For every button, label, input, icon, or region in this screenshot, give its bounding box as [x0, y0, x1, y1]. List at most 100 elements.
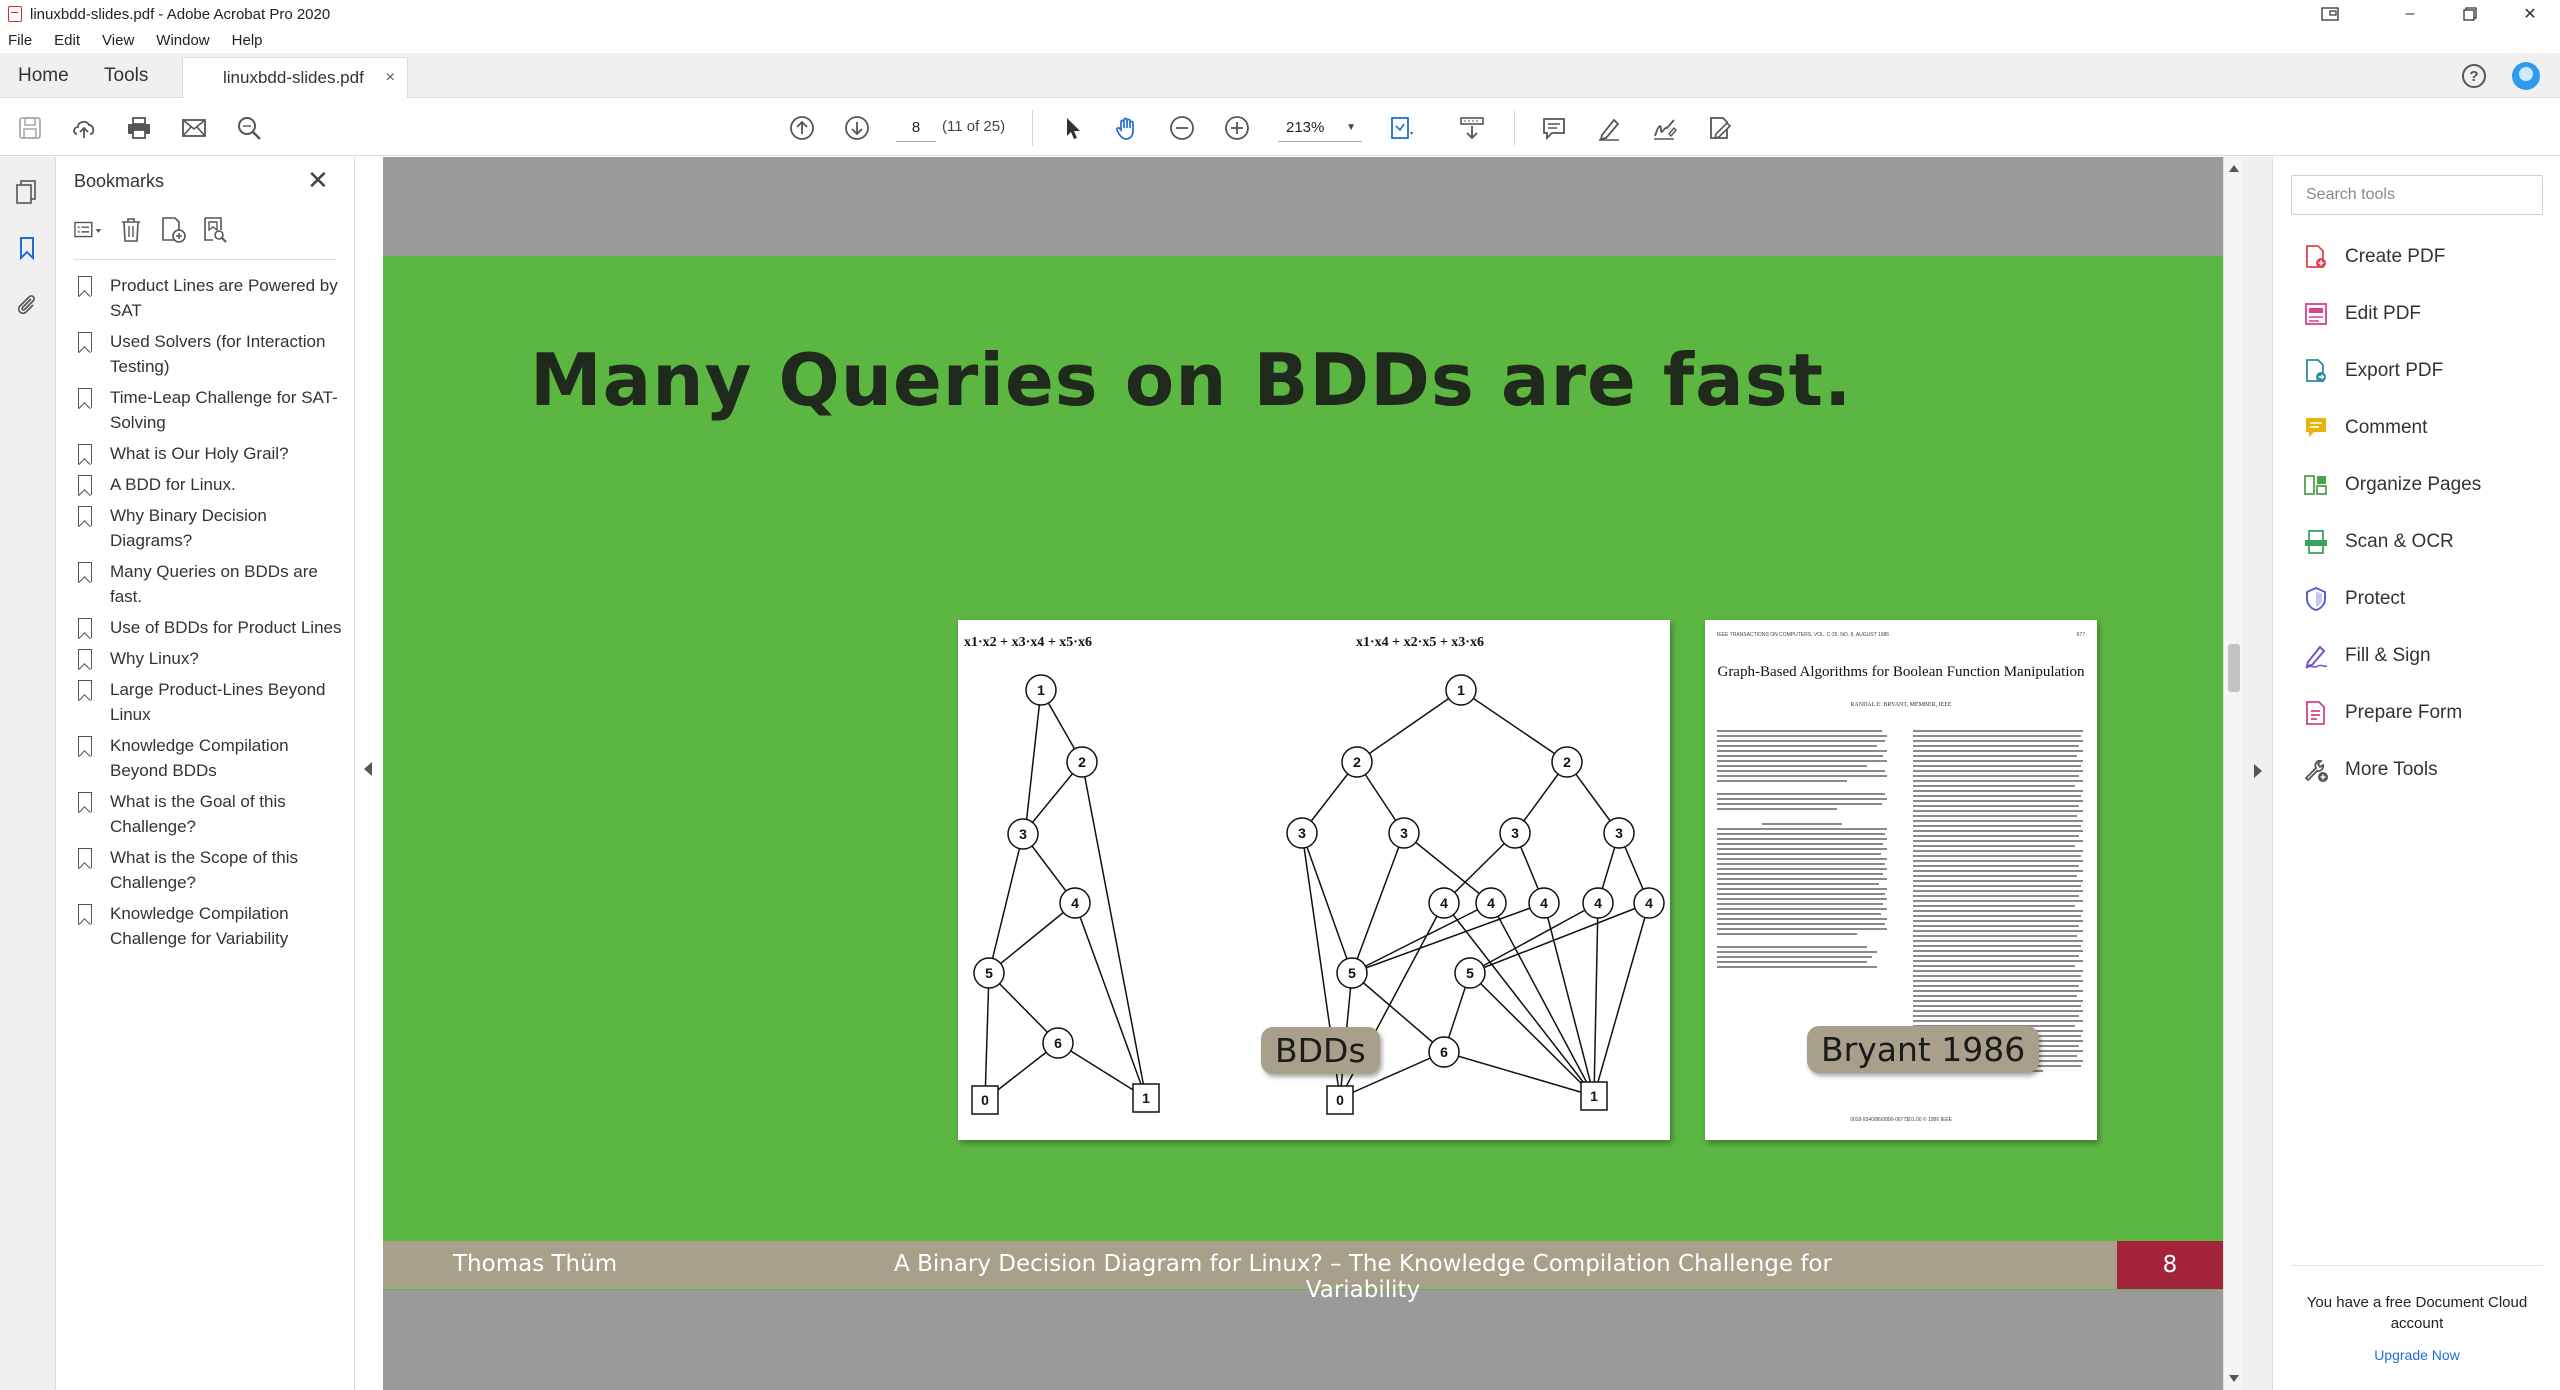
previous-page-icon[interactable] — [786, 112, 818, 144]
bookmark-item[interactable]: Knowledge Compilation Beyond BDDs — [74, 733, 344, 783]
bookmark-item[interactable]: Product Lines are Powered by SAT — [74, 273, 344, 323]
page-number-input[interactable] — [896, 114, 936, 142]
bookmark-list: Product Lines are Powered by SAT Used So… — [74, 273, 344, 957]
scroll-up-icon[interactable] — [2229, 165, 2239, 172]
tool-scan-ocr[interactable]: Scan & OCR — [2301, 526, 2454, 558]
hand-tool-icon[interactable] — [1111, 112, 1143, 144]
stamp-edit-icon[interactable] — [1703, 112, 1735, 144]
new-bookmark-icon[interactable] — [158, 215, 188, 245]
bookmark-item[interactable]: Why Binary Decision Diagrams? — [74, 503, 344, 553]
tool-more-tools[interactable]: More Tools — [2301, 754, 2438, 786]
tool-organize-pages[interactable]: Organize Pages — [2301, 469, 2481, 501]
tab-home[interactable]: Home — [18, 53, 69, 98]
svg-text:5: 5 — [1466, 965, 1474, 981]
svg-text:3: 3 — [1298, 825, 1306, 841]
tools-pane-handle — [2243, 157, 2273, 1390]
bookmark-item[interactable]: What is the Goal of this Challenge? — [74, 789, 344, 839]
help-icon[interactable]: ? — [2462, 64, 2486, 88]
bookmark-item[interactable]: What is the Scope of this Challenge? — [74, 845, 344, 895]
scrollbar-thumb[interactable] — [2228, 644, 2240, 692]
select-cursor-icon[interactable] — [1056, 112, 1088, 144]
bookmark-item[interactable]: What is Our Holy Grail? — [74, 441, 344, 466]
scroll-down-icon[interactable] — [2229, 1375, 2239, 1382]
tool-fill-sign[interactable]: Fill & Sign — [2301, 640, 2431, 672]
bookmark-icon — [78, 618, 92, 638]
search-icon[interactable] — [233, 112, 265, 144]
delete-bookmark-icon[interactable] — [116, 215, 146, 245]
zoom-out-icon[interactable] — [1166, 112, 1198, 144]
bookmark-item[interactable]: Why Linux? — [74, 646, 344, 671]
svg-text:3: 3 — [1615, 825, 1623, 841]
bookmark-item[interactable]: A BDD for Linux. — [74, 472, 344, 497]
bdd-left-formula: x1·x2 + x3·x4 + x5·x6 — [964, 635, 1092, 650]
vertical-scrollbar[interactable] — [2223, 157, 2243, 1390]
tool-protect[interactable]: Protect — [2301, 583, 2405, 615]
email-icon[interactable] — [178, 112, 210, 144]
footer-page-number: 8 — [2117, 1241, 2223, 1289]
slide-page: Many Queries on BDDs are fast. x1·x2 + x… — [383, 256, 2223, 1303]
svg-text:3: 3 — [1019, 826, 1027, 842]
avatar[interactable] — [2512, 62, 2540, 90]
bookmark-item[interactable]: Use of BDDs for Product Lines — [74, 615, 344, 640]
zoom-in-icon[interactable] — [1221, 112, 1253, 144]
collapse-right-pane-icon[interactable] — [2254, 764, 2262, 778]
page-display-icon[interactable] — [1386, 112, 1418, 144]
save-icon[interactable] — [14, 112, 46, 144]
svg-text:4: 4 — [1440, 895, 1448, 911]
print-icon[interactable] — [123, 112, 155, 144]
svg-text:1: 1 — [1142, 1090, 1150, 1106]
menu-window[interactable]: Window — [156, 32, 209, 49]
highlight-pen-icon[interactable] — [1593, 112, 1625, 144]
pdf-file-icon — [8, 6, 22, 22]
svg-text:3: 3 — [1400, 825, 1408, 841]
bookmark-item-current[interactable]: Many Queries on BDDs are fast. — [74, 559, 344, 609]
minimize-button[interactable]: – — [2380, 0, 2440, 28]
bookmark-options-icon[interactable] — [74, 215, 104, 245]
tool-create-pdf[interactable]: Create PDF — [2301, 241, 2445, 273]
bookmarks-divider — [74, 259, 336, 260]
next-page-icon[interactable] — [841, 112, 873, 144]
document-cloud-message: You have a free Document Cloud account — [2306, 1294, 2528, 1332]
tool-prepare-form[interactable]: Prepare Form — [2301, 697, 2462, 729]
upgrade-now-link[interactable]: Upgrade Now — [2291, 1347, 2543, 1363]
zoom-select[interactable]: 213% ▼ — [1278, 114, 1362, 142]
menu-edit[interactable]: Edit — [54, 32, 80, 49]
sign-icon[interactable] — [1648, 112, 1680, 144]
paper-header: IEEE TRANSACTIONS ON COMPUTERS, VOL. C-3… — [1717, 632, 2085, 638]
bookmark-item[interactable]: Large Product-Lines Beyond Linux — [74, 677, 344, 727]
scroll-mode-icon[interactable] — [1456, 112, 1488, 144]
window-title: linuxbdd-slides.pdf - Adobe Acrobat Pro … — [30, 5, 331, 23]
bookmark-item[interactable]: Knowledge Compilation Challenge for Vari… — [74, 901, 344, 951]
comment-icon[interactable] — [1538, 112, 1570, 144]
page-count: (11 of 25) — [942, 118, 1006, 135]
tab-tools[interactable]: Tools — [104, 53, 148, 98]
close-bookmarks-icon[interactable]: ✕ — [307, 165, 329, 196]
attachment-icon[interactable] — [12, 289, 42, 319]
close-tab-icon[interactable]: × — [386, 69, 395, 87]
tool-edit-pdf[interactable]: Edit PDF — [2301, 298, 2421, 330]
upload-cloud-icon[interactable] — [68, 112, 100, 144]
bookmark-panel-icon[interactable] — [12, 233, 42, 263]
bookmark-icon — [78, 848, 92, 868]
wrench-plus-icon — [2301, 755, 2331, 785]
collapse-left-pane-icon[interactable] — [364, 762, 372, 776]
paper-author: RANDAL E. BRYANT, MEMBER, IEEE — [1850, 702, 1952, 708]
paper-journal: IEEE TRANSACTIONS ON COMPUTERS, VOL. C-3… — [1717, 632, 1890, 638]
find-bookmark-icon[interactable] — [200, 215, 230, 245]
tab-document[interactable]: linuxbdd-slides.pdf × — [182, 57, 408, 98]
maximize-button[interactable] — [2440, 0, 2500, 28]
bookmark-item[interactable]: Used Solvers (for Interaction Testing) — [74, 329, 344, 379]
page-thumbnails-icon[interactable] — [12, 177, 42, 207]
tool-export-pdf[interactable]: Export PDF — [2301, 355, 2443, 387]
menu-file[interactable]: File — [8, 32, 32, 49]
restore-panel-icon[interactable] — [2300, 0, 2360, 28]
menu-help[interactable]: Help — [232, 32, 263, 49]
svg-text:1: 1 — [1457, 682, 1465, 698]
document-viewport[interactable]: Many Queries on BDDs are fast. x1·x2 + x… — [383, 157, 2223, 1390]
close-window-button[interactable]: ✕ — [2500, 0, 2560, 28]
menu-view[interactable]: View — [102, 32, 134, 49]
svg-text:4: 4 — [1645, 895, 1653, 911]
bookmark-item[interactable]: Time-Leap Challenge for SAT-Solving — [74, 385, 344, 435]
search-tools-input[interactable] — [2291, 175, 2543, 215]
tool-comment[interactable]: Comment — [2301, 412, 2427, 444]
